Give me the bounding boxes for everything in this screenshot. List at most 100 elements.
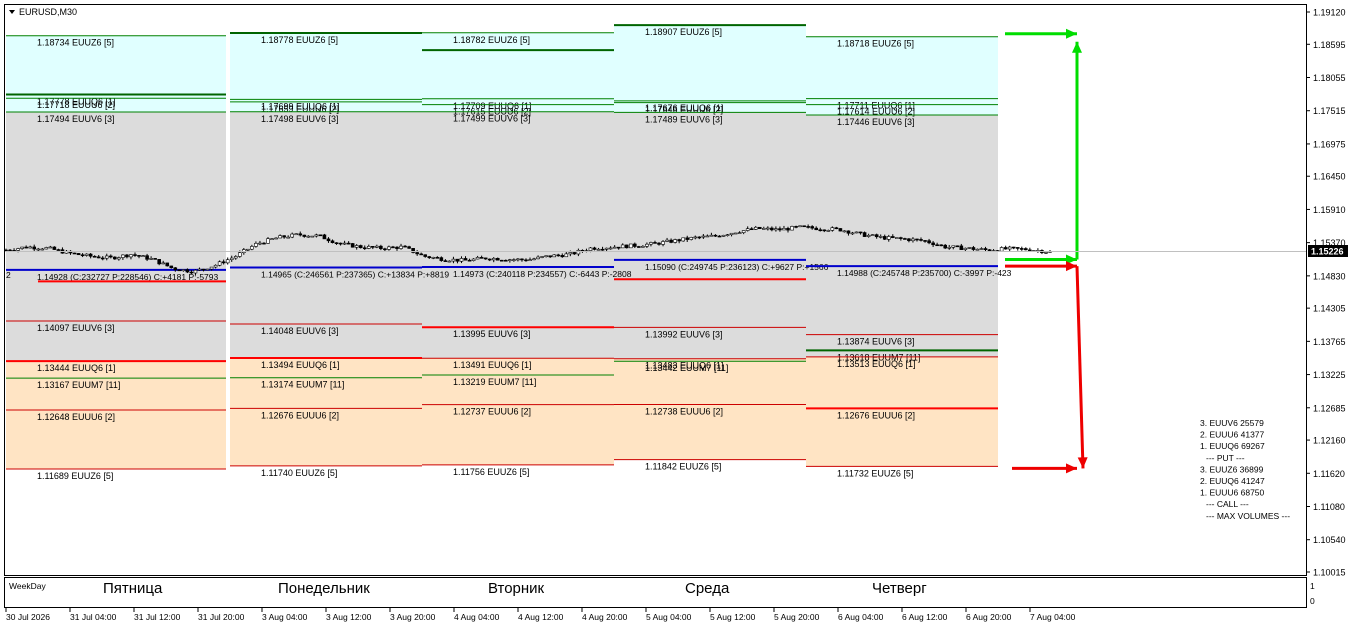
candle-body xyxy=(628,243,633,249)
candle-body xyxy=(221,261,226,264)
time-label: 4 Aug 20:00 xyxy=(582,612,628,622)
candle-body xyxy=(80,254,85,257)
candle-body xyxy=(451,258,456,262)
level-label-3-8: 1.13491 EUUQ6 [1] xyxy=(453,360,532,370)
weekday-label: Вторник xyxy=(488,580,545,597)
candle-body xyxy=(874,234,879,238)
price-label: 1.16975 xyxy=(1313,139,1346,149)
mid-zone-3 xyxy=(422,111,614,359)
candle-body xyxy=(246,248,250,251)
candle-body xyxy=(1007,246,1012,250)
candle-body xyxy=(782,228,786,231)
candle-body xyxy=(298,233,303,236)
candle-body xyxy=(536,256,540,260)
candle-body xyxy=(358,245,363,249)
candle-body xyxy=(544,255,548,258)
candle-body xyxy=(52,246,57,250)
candle-body xyxy=(213,264,218,268)
candle-body xyxy=(419,253,423,256)
level-label-1-10: 1.12648 EUUU6 [2] xyxy=(37,412,115,422)
candle-body xyxy=(749,228,754,231)
candle-body xyxy=(552,254,557,258)
candle-body xyxy=(104,255,109,259)
candle-body xyxy=(753,226,758,230)
candle-body xyxy=(697,236,702,239)
candle-body xyxy=(229,257,234,261)
candle-body xyxy=(665,239,669,242)
candle-body xyxy=(350,243,355,248)
price-label: 1.13225 xyxy=(1313,370,1346,380)
candle-body xyxy=(169,265,174,269)
weekday-label: Пятница xyxy=(103,580,163,597)
candle-body xyxy=(620,244,625,249)
mt4-chart-window[interactable]: 1.18734 EUUZ6 [5]1.17778 EUUQ6 [1]1.1771… xyxy=(0,0,1365,630)
candle-body xyxy=(802,225,806,228)
candle-body xyxy=(649,242,653,245)
sub-scale-1: 1 xyxy=(1310,581,1315,591)
candle-body xyxy=(181,269,186,272)
candle-body xyxy=(528,259,532,262)
level-label-5-1: 1.18718 EUUZ6 [5] xyxy=(837,39,914,49)
candle-body xyxy=(741,230,746,233)
candle-body xyxy=(556,254,561,257)
candle-body xyxy=(1011,246,1016,249)
time-label: 6 Aug 04:00 xyxy=(838,612,884,622)
level-label-5-5: 1.14988 (C:245748 P:235700) C:-3997 P:-4… xyxy=(837,268,1012,278)
candle-body xyxy=(495,258,500,261)
candle-body xyxy=(979,248,984,250)
candle-body xyxy=(951,245,956,248)
level-label-4-4: 1.17489 EUUV6 [3] xyxy=(645,114,723,124)
price-label: 1.19120 xyxy=(1313,8,1346,18)
candle-body xyxy=(1044,252,1048,254)
time-label: 5 Aug 04:00 xyxy=(646,612,692,622)
candle-body xyxy=(729,232,734,236)
candle-body xyxy=(294,233,299,236)
candle-body xyxy=(733,232,738,235)
candle-body xyxy=(217,261,222,266)
candle-body xyxy=(354,245,359,248)
level-label-3-6: 1.14973 (C:240118 P:234557) C:-6443 P:-2… xyxy=(453,269,632,279)
candle-body xyxy=(121,254,125,258)
level-label-2-5: 1.14965 (C:246561 P:237365) C:+13834 P:+… xyxy=(261,270,449,280)
candle-body xyxy=(701,235,706,238)
time-label: 6 Aug 20:00 xyxy=(966,612,1012,622)
candle-body xyxy=(302,234,307,237)
candle-body xyxy=(407,246,411,249)
candle-body xyxy=(943,244,947,249)
candle-body xyxy=(8,249,12,252)
candle-body xyxy=(532,258,536,261)
candle-body xyxy=(939,244,943,247)
time-label: 30 Jul 2026 xyxy=(6,612,50,622)
candle-body xyxy=(745,228,750,231)
level-label-1-9: 1.13167 EUUM7 [11] xyxy=(37,380,120,390)
candle-body xyxy=(1003,247,1008,250)
candle-body xyxy=(983,248,988,250)
level-label-1-1: 1.18734 EUUZ6 [5] xyxy=(37,38,114,48)
level-label-2-7: 1.13494 EUUQ6 [1] xyxy=(261,360,340,370)
candle-body xyxy=(882,236,887,240)
candle-body xyxy=(504,259,508,262)
weekday-indicator-name: WeekDay xyxy=(9,581,46,591)
level-label-4-3: 1.17646 EUUU6 [2] xyxy=(645,105,723,115)
candle-body xyxy=(1028,249,1032,252)
price-label: 1.18595 xyxy=(1313,40,1346,50)
call-zone-4 xyxy=(614,25,806,113)
candle-body xyxy=(346,242,351,245)
price-label: 1.13765 xyxy=(1313,337,1346,347)
candle-body xyxy=(455,258,460,262)
candle-body xyxy=(383,248,387,251)
candle-body xyxy=(600,248,605,251)
candle-body xyxy=(955,245,960,248)
candle-body xyxy=(129,254,133,258)
candle-body xyxy=(637,246,641,248)
time-label: 3 Aug 04:00 xyxy=(262,612,308,622)
candle-body xyxy=(895,237,899,239)
candle-body xyxy=(237,252,242,257)
candle-body xyxy=(516,258,520,261)
candle-body xyxy=(254,243,258,247)
candle-body xyxy=(604,247,609,250)
candle-body xyxy=(862,232,867,237)
price-label: 1.14830 xyxy=(1313,271,1346,281)
candle-body xyxy=(137,255,141,257)
candle-body xyxy=(721,234,726,237)
